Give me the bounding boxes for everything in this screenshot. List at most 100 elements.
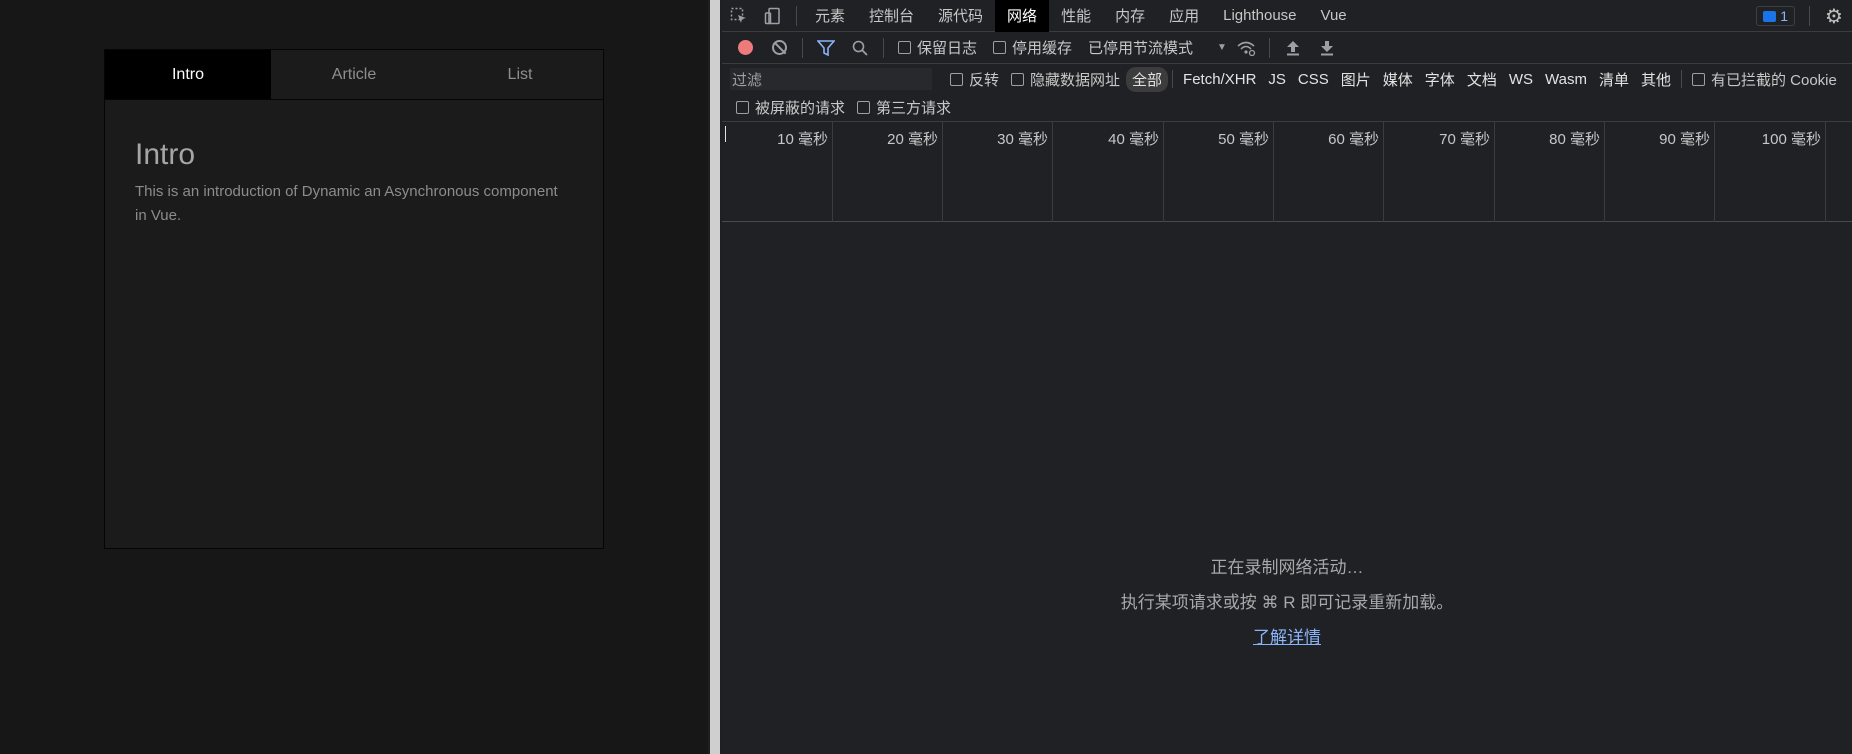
filter-funnel-icon [817, 39, 835, 56]
devtools-tab-performance[interactable]: 性能 [1049, 0, 1103, 32]
reload-hint: 执行某项请求或按 ⌘ R 即可记录重新加载。 [1120, 593, 1454, 612]
timeline-tick: 60 毫秒 [1274, 122, 1384, 222]
devtools-tab-memory[interactable]: 内存 [1103, 0, 1157, 32]
checkbox-box[interactable] [898, 41, 911, 54]
blocked-cookies-checkbox[interactable]: 有已拦截的 Cookie [1691, 69, 1837, 90]
issues-button[interactable]: 1 [1756, 6, 1795, 26]
tick-label: 10 毫秒 [777, 131, 828, 148]
chevron-down-icon: ▼ [1217, 42, 1227, 53]
separator [1809, 6, 1810, 26]
wifi-settings-icon [1237, 41, 1256, 56]
preserve-log-checkbox[interactable]: 保留日志 [898, 37, 977, 58]
search-button[interactable] [845, 35, 875, 61]
import-har-button[interactable] [1278, 35, 1308, 61]
filter-bar-secondary: 被屏蔽的请求 第三方请求 [722, 94, 1852, 122]
blocked-requests-checkbox[interactable]: 被屏蔽的请求 [736, 97, 845, 118]
timeline-tick: 70 毫秒 [1384, 122, 1495, 222]
hide-data-urls-label: 隐藏数据网址 [1030, 71, 1121, 89]
filter-type-js[interactable]: JS [1262, 69, 1292, 90]
separator [1680, 70, 1682, 88]
learn-more-link[interactable]: 了解详情 [1253, 628, 1321, 647]
blocked-cookies-label: 有已拦截的 Cookie [1710, 71, 1837, 89]
throttling-select[interactable]: 已停用节流模式 ▼ [1088, 37, 1227, 58]
filter-type-other[interactable]: 其他 [1635, 67, 1677, 92]
invert-checkbox[interactable]: 反转 [950, 69, 999, 90]
network-toolbar: 保留日志 停用缓存 已停用节流模式 ▼ [722, 32, 1852, 64]
filter-type-doc[interactable]: 文档 [1461, 67, 1503, 92]
preserve-log-label: 保留日志 [917, 40, 978, 57]
tick-label: 40 毫秒 [1108, 131, 1159, 148]
filter-type-ws[interactable]: WS [1503, 69, 1539, 90]
hide-data-urls-checkbox[interactable]: 隐藏数据网址 [1011, 69, 1120, 90]
clear-icon [771, 40, 787, 55]
timeline-tick: 80 毫秒 [1495, 122, 1605, 222]
devtools-tab-elements[interactable]: 元素 [803, 0, 857, 32]
checkbox-box[interactable] [857, 101, 871, 114]
devtools-tab-lighthouse[interactable]: Lighthouse [1211, 0, 1308, 32]
recording-message: 正在录制网络活动… [1210, 558, 1364, 577]
tick-label: 50 毫秒 [1218, 131, 1269, 148]
network-conditions-button[interactable] [1231, 35, 1261, 61]
filter-type-all[interactable]: 全部 [1126, 66, 1169, 92]
checkbox-box[interactable] [1691, 72, 1705, 86]
devtools-tab-application[interactable]: 应用 [1157, 0, 1211, 32]
tab-article[interactable]: Article [271, 50, 437, 99]
filter-type-font[interactable]: 字体 [1419, 67, 1461, 92]
devtools-tab-bar: 元素 控制台 源代码 网络 性能 内存 应用 Lighthouse Vue 1 … [722, 0, 1852, 32]
tick-label: 80 毫秒 [1549, 131, 1600, 148]
checkbox-box[interactable] [993, 41, 1007, 54]
filter-input[interactable]: 过滤 [730, 68, 932, 90]
timeline-tick: 30 毫秒 [943, 122, 1053, 222]
inspect-element-icon[interactable] [722, 0, 756, 32]
record-button[interactable] [730, 35, 760, 61]
filter-type-manifest[interactable]: 清单 [1593, 67, 1635, 92]
devtools-tab-sources[interactable]: 源代码 [926, 0, 995, 32]
export-har-button[interactable] [1312, 35, 1342, 61]
tab-intro[interactable]: Intro [105, 50, 271, 99]
network-overview-timeline[interactable]: 10 毫秒 20 毫秒 30 毫秒 40 毫秒 50 毫秒 60 毫秒 70 毫… [722, 122, 1852, 222]
devtools-tab-console[interactable]: 控制台 [857, 0, 926, 32]
checkbox-box[interactable] [1011, 72, 1025, 86]
tab-list[interactable]: List [437, 50, 603, 99]
filter-type-wasm[interactable]: Wasm [1539, 69, 1593, 90]
settings-gear-icon[interactable]: ⚙ [1816, 0, 1852, 32]
devtools-right-controls: 1 ⚙ [1756, 0, 1852, 32]
tick-label: 30 毫秒 [997, 131, 1048, 148]
throttling-value: 已停用节流模式 [1088, 40, 1194, 57]
tab-component: Intro Article List Intro This is an intr… [104, 49, 604, 549]
separator [1172, 70, 1174, 88]
tick-label: 90 毫秒 [1659, 131, 1710, 148]
timeline-tick: 10 毫秒 [722, 122, 833, 222]
content-title: Intro [135, 138, 196, 171]
search-icon [852, 40, 868, 56]
filter-toggle-button[interactable] [811, 35, 841, 61]
issue-icon [1763, 10, 1777, 22]
devtools-splitter[interactable] [708, 0, 722, 754]
device-toolbar-icon[interactable] [756, 0, 790, 32]
tick-label: 70 毫秒 [1439, 131, 1490, 148]
content-text: This is an introduction of Dynamic an As… [135, 183, 558, 224]
devtools-tab-vue[interactable]: Vue [1309, 0, 1359, 32]
tick-label: 100 毫秒 [1761, 131, 1821, 148]
tick-label: 60 毫秒 [1328, 131, 1379, 148]
filter-type-media[interactable]: 媒体 [1377, 67, 1419, 92]
separator [883, 37, 884, 58]
tick-label: 20 毫秒 [887, 131, 938, 148]
filter-type-fetch-xhr[interactable]: Fetch/XHR [1177, 69, 1262, 90]
clear-button[interactable] [764, 35, 794, 61]
filter-type-css[interactable]: CSS [1292, 69, 1335, 90]
devtools-panel: 元素 控制台 源代码 网络 性能 内存 应用 Lighthouse Vue 1 … [722, 0, 1852, 754]
checkbox-box[interactable] [950, 72, 963, 86]
separator [796, 5, 797, 26]
devtools-tab-network[interactable]: 网络 [995, 0, 1050, 32]
timeline-tick: 90 毫秒 [1605, 122, 1715, 222]
separator [1268, 37, 1270, 58]
third-party-checkbox[interactable]: 第三方请求 [857, 97, 951, 118]
download-icon [1320, 40, 1333, 55]
splitter-handle[interactable] [710, 0, 720, 754]
app-viewport: Intro Article List Intro This is an intr… [0, 0, 708, 754]
checkbox-box[interactable] [736, 101, 749, 114]
disable-cache-checkbox[interactable]: 停用缓存 [993, 37, 1072, 58]
filter-type-img[interactable]: 图片 [1335, 67, 1377, 92]
third-party-label: 第三方请求 [876, 100, 952, 117]
